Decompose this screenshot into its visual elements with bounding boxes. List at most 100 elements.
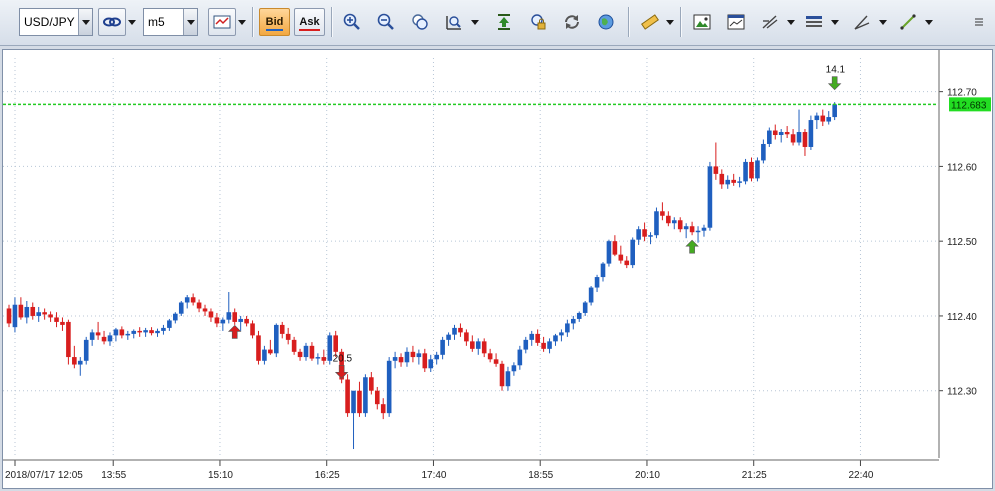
- candle-body: [755, 160, 760, 179]
- candle-body: [660, 211, 665, 216]
- candle-body: [505, 371, 511, 387]
- zoom-in-button[interactable]: [338, 8, 366, 36]
- zoom-fit-button[interactable]: [406, 8, 434, 36]
- line-tool-dropdown[interactable]: [924, 8, 934, 36]
- line-tool-button[interactable]: [894, 8, 922, 36]
- candle-body: [796, 132, 802, 143]
- y-tick-label: 112.50: [947, 237, 977, 248]
- candle-body: [256, 335, 261, 361]
- candle-body: [422, 353, 428, 369]
- candle-body: [303, 345, 309, 358]
- menu-icon: [975, 18, 983, 26]
- candle-body: [214, 317, 220, 324]
- image-icon: [693, 14, 711, 30]
- chevron-down-icon: [183, 9, 197, 35]
- link-dropdown[interactable]: [127, 8, 137, 36]
- candle-body: [630, 239, 635, 266]
- trend-tool-dropdown[interactable]: [878, 8, 888, 36]
- candle-body: [475, 341, 481, 349]
- bid-button[interactable]: Bid: [259, 8, 290, 36]
- indicators-button[interactable]: [756, 8, 784, 36]
- objects-button[interactable]: [800, 8, 828, 36]
- candle-body: [167, 320, 172, 328]
- candle-body: [333, 335, 338, 352]
- trend-tool-icon: [854, 15, 870, 30]
- candle-body: [553, 335, 558, 342]
- candle-body: [529, 333, 535, 340]
- candle-body: [279, 324, 285, 334]
- candle-body: [802, 132, 808, 147]
- candlestick-chart[interactable]: 112.70 112.60 112.50 112.40 112.30 2018/07/17…: [3, 50, 992, 488]
- y-tick-label: 112.70: [947, 88, 977, 99]
- candle-body: [309, 345, 315, 359]
- candle-body: [582, 302, 588, 313]
- refresh-button[interactable]: [558, 8, 586, 36]
- candle-body: [499, 363, 505, 387]
- lock-icon: [531, 14, 546, 30]
- candle-body: [606, 241, 612, 264]
- symbol-select[interactable]: USD/JPY: [19, 8, 93, 36]
- candle-body: [452, 327, 457, 335]
- candle-body: [351, 390, 356, 414]
- candle-body: [719, 173, 725, 185]
- ruler-button[interactable]: [636, 8, 664, 36]
- candle-body: [6, 308, 12, 324]
- globe-button[interactable]: [592, 8, 620, 36]
- candle-body: [36, 312, 41, 316]
- symbol-select-value: USD/JPY: [24, 15, 75, 29]
- candle: [345, 374, 350, 417]
- candle-body: [89, 332, 95, 340]
- candle-body: [119, 329, 125, 336]
- toolbar: USD/JPY m5 Bid Ask: [0, 0, 995, 46]
- timeframe-select[interactable]: m5: [143, 8, 198, 36]
- plot-background: [3, 50, 992, 488]
- candle-body: [541, 342, 546, 349]
- chart-area[interactable]: 112.70 112.60 112.50 112.40 112.30 2018/07/17…: [2, 49, 993, 489]
- candle: [755, 157, 760, 182]
- objects-dropdown[interactable]: [830, 8, 840, 36]
- x-tick-label: 21:25: [742, 470, 767, 481]
- candle-body: [54, 317, 59, 322]
- chart-type-button[interactable]: [208, 8, 236, 36]
- candle-body: [826, 117, 832, 122]
- scroll-end-button[interactable]: [490, 8, 518, 36]
- candle-body: [523, 339, 529, 350]
- candle-body: [790, 134, 796, 143]
- candle-body: [208, 311, 214, 318]
- x-tick-label: 17:40: [421, 470, 446, 481]
- chart-type-dropdown[interactable]: [237, 8, 247, 36]
- ruler-dropdown[interactable]: [665, 8, 675, 36]
- candle: [499, 360, 505, 391]
- candle-body: [814, 115, 820, 121]
- magnifier-dropdown[interactable]: [470, 8, 480, 36]
- candle-body: [636, 229, 641, 240]
- indicators-dropdown[interactable]: [786, 8, 796, 36]
- toolbar-separator: [331, 7, 332, 37]
- candle-body: [95, 332, 101, 336]
- candle-body: [446, 334, 451, 340]
- scroll-end-icon: [498, 14, 510, 30]
- magnifier-button[interactable]: [440, 8, 468, 36]
- toolbar-separator: [680, 7, 681, 37]
- y-tick-label: 112.60: [947, 162, 977, 173]
- template-button[interactable]: [722, 8, 750, 36]
- menu-button[interactable]: [970, 8, 988, 36]
- candle-body: [695, 230, 701, 233]
- candle-body: [18, 304, 24, 318]
- ask-button[interactable]: Ask: [294, 8, 325, 36]
- link-button[interactable]: [98, 8, 126, 36]
- zoom-out-button[interactable]: [372, 8, 400, 36]
- candle-body: [434, 354, 439, 360]
- x-tick-label: 2018/07/17 12:05: [5, 470, 83, 481]
- image-button[interactable]: [688, 8, 716, 36]
- candle-body: [832, 104, 837, 118]
- candle-body: [66, 321, 71, 358]
- candle-body: [77, 360, 83, 365]
- toolbar-separator: [628, 7, 629, 37]
- candle-body: [101, 336, 107, 342]
- trend-tool-button[interactable]: [848, 8, 876, 36]
- lock-button[interactable]: [524, 8, 552, 36]
- candle-body: [30, 306, 36, 316]
- candle-body: [559, 332, 564, 336]
- candle-body: [131, 330, 137, 334]
